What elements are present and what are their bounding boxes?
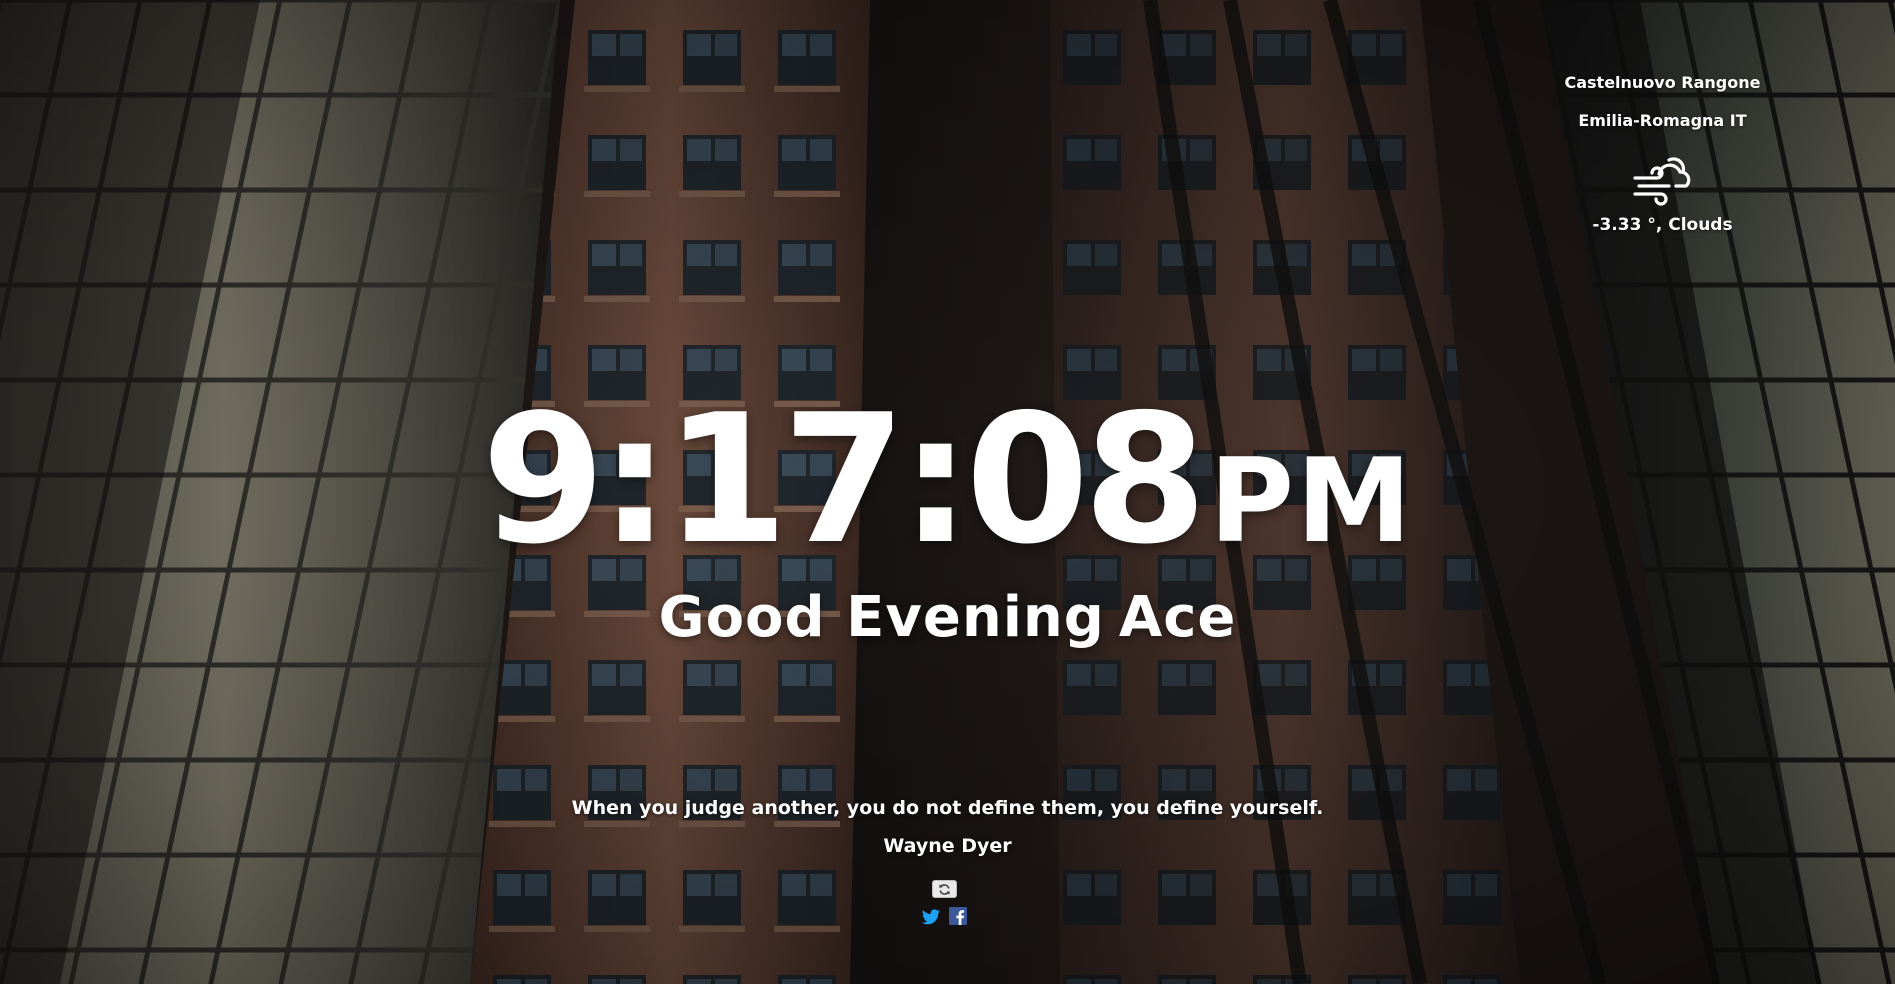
clock: 9:17:08PM <box>0 391 1895 587</box>
quote-author: Wayne Dyer <box>883 835 1012 857</box>
greeting-salutation: Good Evening <box>658 585 1105 650</box>
refresh-quote-button[interactable] <box>932 880 957 898</box>
social-share <box>921 907 969 927</box>
weather-region: Emilia-Romagna IT <box>1578 111 1747 130</box>
weather-condition: Clouds <box>1668 215 1733 235</box>
clock-meridiem: PM <box>1209 434 1414 569</box>
twitter-icon <box>921 909 941 925</box>
twitter-share-link[interactable] <box>921 907 941 927</box>
weather-unit: ° <box>1647 215 1656 235</box>
facebook-icon <box>949 907 967 925</box>
greeting-name: Ace <box>1118 585 1237 650</box>
refresh-icon <box>939 883 950 895</box>
clock-time: 9:17:08 <box>481 376 1207 583</box>
wind-cloud-icon <box>1632 157 1690 206</box>
weather-city: Castelnuovo Rangone <box>1564 73 1761 92</box>
quote-text: When you judge another, you do not defin… <box>571 797 1324 819</box>
weather-separator: , <box>1655 215 1663 235</box>
greeting: Good Evening Ace <box>0 585 1895 650</box>
weather-widget: Castelnuovo Rangone Emilia-Romagna IT -3… <box>1560 70 1765 238</box>
weather-temperature-row: -3.33 °, Clouds <box>1560 212 1765 238</box>
weather-temperature: -3.33 <box>1592 215 1642 235</box>
facebook-share-link[interactable] <box>949 907 969 927</box>
